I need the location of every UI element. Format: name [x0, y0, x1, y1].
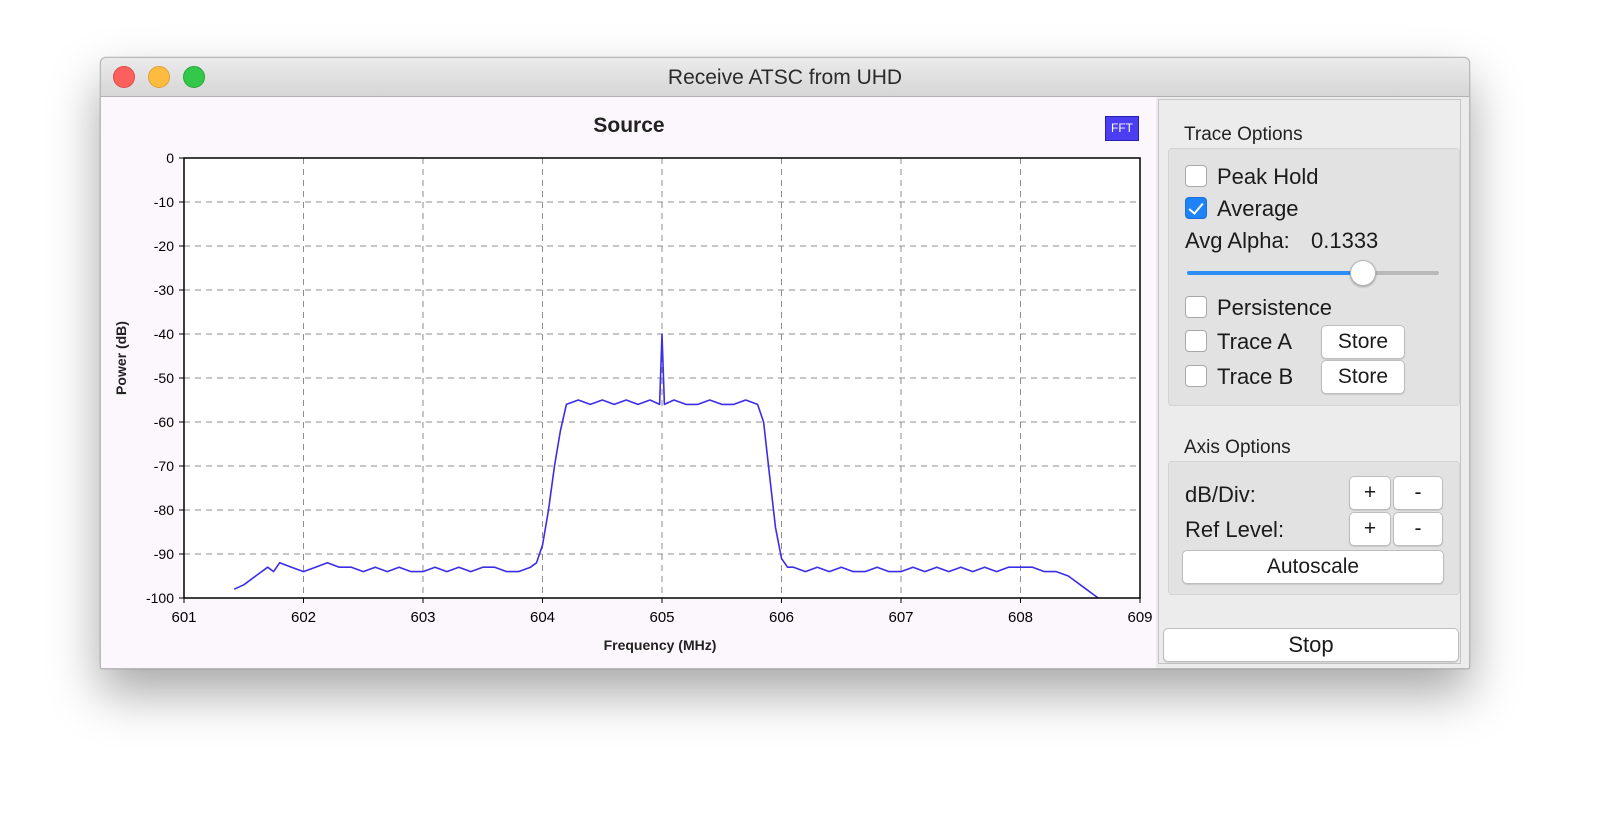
peak-hold-checkbox[interactable]: [1185, 165, 1207, 187]
y-tick-label: -50: [154, 370, 174, 386]
y-tick-label: -20: [154, 238, 174, 254]
y-tick-label: -80: [154, 502, 174, 518]
y-tick-label: -10: [154, 194, 174, 210]
axis-options-group: dB/Div: + - Ref Level: + - Autoscale: [1168, 461, 1460, 595]
app-window: Receive ATSC from UHD 601 602 603 604 605 606…: [100, 57, 1470, 669]
x-axis-label: Frequency (MHz): [604, 637, 717, 653]
title-bar[interactable]: Receive ATSC from UHD: [101, 58, 1469, 97]
trace-a-store-button[interactable]: Store: [1321, 325, 1405, 359]
options-panel: Trace Options Peak Hold Average Avg Alph…: [1158, 99, 1461, 664]
trace-a-label[interactable]: Trace A: [1217, 329, 1292, 355]
trace-a-checkbox[interactable]: [1185, 330, 1207, 352]
x-tick-label: 601: [171, 609, 196, 626]
y-tick-label: -60: [154, 414, 174, 430]
x-tick-label: 603: [410, 609, 435, 626]
db-div-label: dB/Div:: [1185, 482, 1256, 507]
autoscale-button[interactable]: Autoscale: [1182, 550, 1444, 584]
db-div-minus-button[interactable]: -: [1393, 476, 1443, 510]
persistence-label[interactable]: Persistence: [1217, 295, 1332, 321]
axis-options-title: Axis Options: [1184, 437, 1291, 458]
spectrum-chart[interactable]: 601 602 603 604 605 606 607 608 609 0 -10 -20 -30 -40…: [101, 97, 1156, 668]
avg-alpha-slider-thumb[interactable]: [1350, 260, 1377, 286]
x-tick-label: 609: [1127, 609, 1152, 626]
y-tick-label: -90: [154, 546, 174, 562]
fft-plot-panel: 601 602 603 604 605 606 607 608 609 0 -10 -20 -30 -40…: [101, 97, 1156, 668]
window-title: Receive ATSC from UHD: [667, 66, 903, 89]
x-tick-label: 604: [530, 609, 555, 626]
trace-options-title: Trace Options: [1184, 124, 1303, 145]
x-tick-label: 606: [769, 609, 794, 626]
avg-alpha-label: Avg Alpha:: [1185, 228, 1290, 253]
peak-hold-label[interactable]: Peak Hold: [1217, 164, 1319, 190]
ref-level-label: Ref Level:: [1185, 517, 1285, 542]
trace-options-group: Peak Hold Average Avg Alpha: 0.1333 Pers…: [1168, 148, 1460, 406]
x-tick-label: 605: [649, 609, 674, 626]
db-div-plus-button[interactable]: +: [1349, 476, 1391, 510]
fft-tag[interactable]: FFT: [1105, 116, 1139, 141]
y-tick-label: -100: [146, 590, 174, 606]
avg-alpha-value: 0.1333: [1311, 228, 1379, 253]
persistence-checkbox[interactable]: [1185, 296, 1207, 318]
y-tick-label: -70: [154, 458, 174, 474]
trace-b-store-button[interactable]: Store: [1321, 360, 1405, 394]
y-axis-label: Power (dB): [113, 321, 129, 395]
ref-level-minus-button[interactable]: -: [1393, 512, 1443, 546]
trace-b-checkbox[interactable]: [1185, 365, 1207, 387]
x-tick-label: 608: [1008, 609, 1033, 626]
stop-button[interactable]: Stop: [1163, 628, 1459, 662]
trace-b-label[interactable]: Trace B: [1217, 364, 1293, 390]
chart-title: Source: [593, 114, 664, 137]
average-label[interactable]: Average: [1217, 196, 1299, 222]
y-tick-label: -40: [154, 326, 174, 342]
average-checkbox[interactable]: [1185, 197, 1207, 219]
avg-alpha-slider-fill: [1187, 271, 1364, 275]
ref-level-plus-button[interactable]: +: [1349, 512, 1391, 546]
y-tick-label: -30: [154, 282, 174, 298]
y-tick-label: 0: [166, 150, 174, 166]
x-tick-label: 602: [291, 609, 316, 626]
x-tick-label: 607: [888, 609, 913, 626]
